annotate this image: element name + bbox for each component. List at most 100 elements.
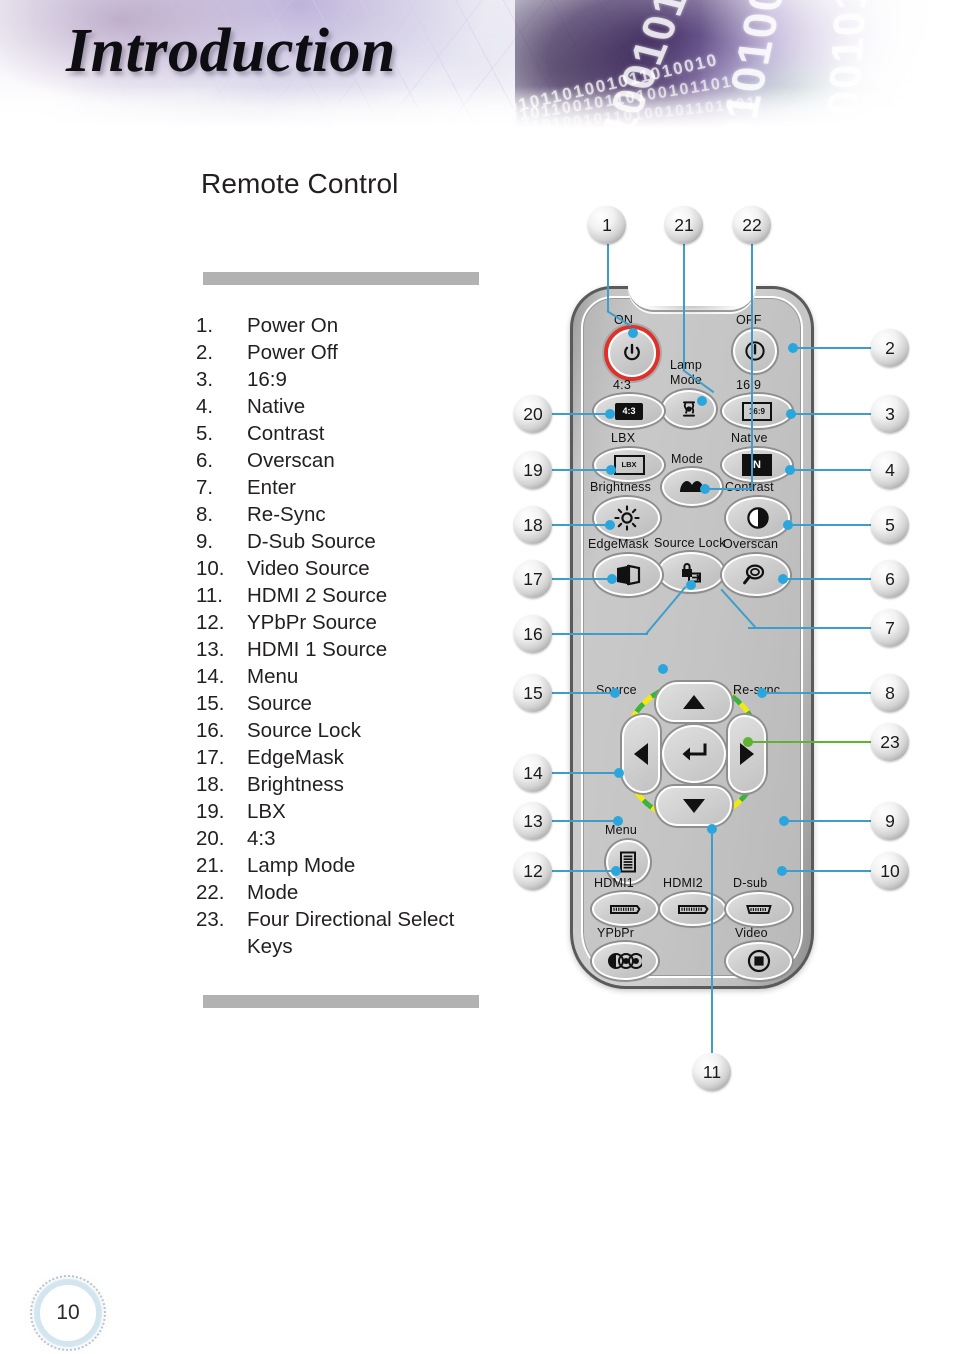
leader-line-16 xyxy=(552,633,648,635)
lamp-mode-button[interactable] xyxy=(662,390,716,428)
list-item: 8. Re-Sync xyxy=(196,501,496,528)
dsub-connector-icon xyxy=(746,904,772,914)
list-item-number: 10. xyxy=(196,557,225,580)
hdmi1-button[interactable] xyxy=(592,892,658,926)
hdmi2-button[interactable] xyxy=(660,892,726,926)
callout-16[interactable]: 16 xyxy=(514,615,552,653)
callout-12[interactable]: 12 xyxy=(514,852,552,890)
callout-15[interactable]: 15 xyxy=(514,674,552,712)
leader-line-18 xyxy=(552,524,610,526)
leader-dot-2 xyxy=(788,343,798,353)
label-lamp: Lamp xyxy=(669,358,703,372)
brightness-button[interactable] xyxy=(594,497,660,539)
label-hdmi1: HDMI1 xyxy=(594,876,634,890)
list-item-label: 4:3 xyxy=(247,827,276,850)
video-button[interactable] xyxy=(726,942,792,980)
list-item: 7. Enter xyxy=(196,474,496,501)
edgemask-button[interactable] xyxy=(594,554,662,596)
ypbpr-button[interactable] xyxy=(592,942,658,980)
native-button[interactable]: N xyxy=(722,448,792,482)
list-item: 9. D-Sub Source xyxy=(196,528,496,555)
divider-bar-top xyxy=(203,272,479,285)
list-item-label: Native xyxy=(247,395,306,418)
list-item-label: Video Source xyxy=(247,557,370,580)
list-item-number: 9. xyxy=(196,530,214,553)
aspect-169-button[interactable]: 16:9 xyxy=(722,394,792,428)
leader-dot-14 xyxy=(614,768,624,778)
standby-icon xyxy=(745,341,765,361)
list-item-number: 1. xyxy=(196,314,214,337)
list-item-label: Overscan xyxy=(247,449,335,472)
list-item-number: 12. xyxy=(196,611,225,634)
contrast-button[interactable] xyxy=(726,497,790,539)
callout-18[interactable]: 18 xyxy=(514,506,552,544)
label-contrast: Contrast xyxy=(725,480,774,494)
callout-13[interactable]: 13 xyxy=(514,802,552,840)
leader-line-6 xyxy=(783,578,873,580)
callout-19[interactable]: 19 xyxy=(514,451,552,489)
list-item-number: 6. xyxy=(196,449,214,472)
callout-6[interactable]: 6 xyxy=(871,560,909,598)
callout-4[interactable]: 4 xyxy=(871,451,909,489)
list-item-label: HDMI 1 Source xyxy=(247,638,388,661)
label-brightness: Brightness xyxy=(590,480,652,494)
callout-14[interactable]: 14 xyxy=(514,754,552,792)
leader-dot-18 xyxy=(605,520,615,530)
page-number: 10 xyxy=(38,1283,98,1343)
enter-icon xyxy=(682,743,707,761)
callout-11[interactable]: 11 xyxy=(693,1053,731,1091)
callout-1[interactable]: 1 xyxy=(588,206,626,244)
dpad-left-button[interactable] xyxy=(622,715,660,793)
aspect-43-glyph: 4:3 xyxy=(615,402,643,420)
callout-23[interactable]: 23 xyxy=(871,723,909,761)
power-off-button[interactable] xyxy=(733,329,777,373)
dpad-right-button[interactable] xyxy=(728,715,766,793)
callout-17[interactable]: 17 xyxy=(514,560,552,598)
section-title: Remote Control xyxy=(201,168,399,199)
leader-dot-15 xyxy=(610,688,620,698)
list-item-label: Brightness xyxy=(247,773,344,796)
list-item-label: D-Sub Source xyxy=(247,530,376,553)
leader-dot-13 xyxy=(613,816,623,826)
leader-line-12 xyxy=(552,870,616,872)
leader-line-14 xyxy=(552,772,619,774)
dpad-down-button[interactable] xyxy=(656,786,732,826)
callout-8[interactable]: 8 xyxy=(871,674,909,712)
list-item: 6. Overscan xyxy=(196,447,496,474)
enter-button[interactable] xyxy=(662,725,726,783)
callout-9[interactable]: 9 xyxy=(871,802,909,840)
callout-21[interactable]: 21 xyxy=(665,206,703,244)
callout-20[interactable]: 20 xyxy=(514,395,552,433)
list-item-number: 22. xyxy=(196,881,225,904)
arrow-down-icon xyxy=(683,799,705,813)
leader-line-19 xyxy=(552,469,611,471)
lbx-button[interactable]: LBX xyxy=(594,448,664,482)
dsub-button[interactable] xyxy=(726,892,792,926)
list-item: 10. Video Source xyxy=(196,555,496,582)
list-item-label: YPbPr Source xyxy=(247,611,377,634)
lamp-icon xyxy=(683,401,695,417)
leader-line-23 xyxy=(748,741,873,743)
callout-10[interactable]: 10 xyxy=(871,852,909,890)
callout-5[interactable]: 5 xyxy=(871,506,909,544)
mode-button[interactable] xyxy=(662,468,722,506)
list-item-number: 19. xyxy=(196,800,225,823)
list-item-label: Lamp Mode xyxy=(247,854,356,877)
label-overscan: Overscan xyxy=(723,537,779,551)
leader-dot-7 xyxy=(658,664,668,674)
label-lbx: LBX xyxy=(611,431,636,445)
list-item-number: 18. xyxy=(196,773,225,796)
list-item-number: 11. xyxy=(196,584,223,607)
arrow-up-icon xyxy=(683,695,705,709)
dpad-up-button[interactable] xyxy=(656,682,732,722)
callout-2[interactable]: 2 xyxy=(871,329,909,367)
leader-dot-22 xyxy=(700,484,710,494)
callout-3[interactable]: 3 xyxy=(871,395,909,433)
list-item-number: 16. xyxy=(196,719,225,742)
callout-22[interactable]: 22 xyxy=(733,206,771,244)
leader-dot-1 xyxy=(628,328,638,338)
label-mode: Mode xyxy=(671,452,704,466)
callout-7[interactable]: 7 xyxy=(871,609,909,647)
leader-line-17 xyxy=(552,578,612,580)
leader-line-22 xyxy=(751,244,753,489)
